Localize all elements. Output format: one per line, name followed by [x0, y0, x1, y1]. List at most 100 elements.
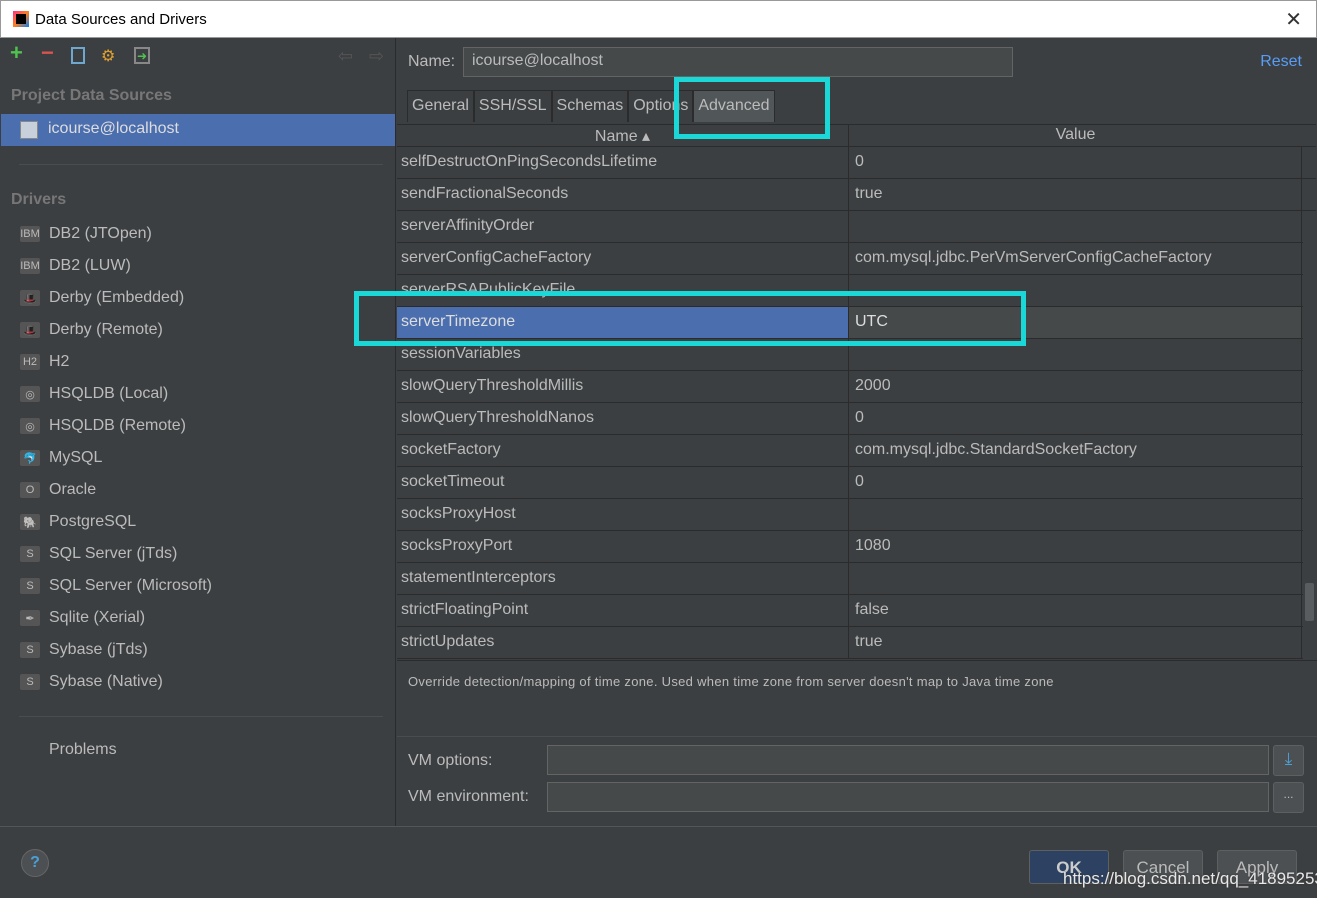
table-row[interactable]: strictFloatingPoint false [397, 595, 1316, 627]
driver-item[interactable]: H2 H2 [20, 346, 380, 378]
table-row[interactable]: slowQueryThresholdNanos 0 [397, 403, 1316, 435]
property-value[interactable]: 0 [849, 147, 1302, 178]
property-name[interactable]: socketTimeout [397, 467, 849, 498]
scrollbar[interactable] [1303, 234, 1316, 700]
wrench-icon[interactable]: ⚙ [101, 46, 119, 65]
driver-label: Sybase (jTds) [49, 641, 148, 658]
property-name[interactable]: socketFactory [397, 435, 849, 466]
property-name[interactable]: socksProxyHost [397, 499, 849, 530]
duplicate-icon[interactable] [71, 47, 85, 64]
reset-link[interactable]: Reset [1260, 53, 1302, 71]
property-name[interactable]: strictFloatingPoint [397, 595, 849, 626]
mysql-icon [20, 121, 38, 139]
table-row[interactable]: socksProxyHost [397, 499, 1316, 531]
driver-label: H2 [49, 353, 70, 370]
property-value[interactable]: com.mysql.jdbc.StandardSocketFactory [849, 435, 1302, 466]
property-value[interactable] [849, 211, 1302, 242]
driver-icon: O [20, 482, 40, 498]
table-row[interactable]: slowQueryThresholdMillis 2000 [397, 371, 1316, 403]
property-name[interactable]: statementInterceptors [397, 563, 849, 594]
problems-item[interactable]: Problems [49, 741, 117, 759]
driver-item[interactable]: S SQL Server (Microsoft) [20, 570, 380, 602]
table-row[interactable]: sendFractionalSeconds true [397, 179, 1316, 211]
property-name[interactable]: selfDestructOnPingSecondsLifetime [397, 147, 849, 178]
driver-item[interactable]: 🎩 Derby (Remote) [20, 314, 380, 346]
driver-icon: S [20, 546, 40, 562]
driver-label: Derby (Embedded) [49, 289, 185, 306]
name-input[interactable]: icourse@localhost [463, 47, 1013, 77]
highlight-box-server-timezone [354, 291, 1026, 346]
table-row[interactable]: socksProxyPort 1080 [397, 531, 1316, 563]
property-name[interactable]: socksProxyPort [397, 531, 849, 562]
driver-label: SQL Server (Microsoft) [49, 577, 212, 594]
add-icon[interactable]: + [10, 40, 23, 66]
driver-label: DB2 (LUW) [49, 257, 131, 274]
driver-item[interactable]: 🎩 Derby (Embedded) [20, 282, 380, 314]
table-row[interactable]: serverAffinityOrder [397, 211, 1316, 243]
vm-environment-label: VM environment: [408, 788, 529, 805]
table-row[interactable]: socketTimeout 0 [397, 467, 1316, 499]
table-row[interactable]: strictUpdates true [397, 627, 1316, 659]
tab-ssh-ssl[interactable]: SSH/SSL [473, 90, 552, 122]
name-label: Name: [408, 53, 456, 70]
browse-button[interactable]: ... [1273, 782, 1304, 813]
table-row[interactable]: socketFactory com.mysql.jdbc.StandardSock… [397, 435, 1316, 467]
driver-item[interactable]: IBM DB2 (LUW) [20, 250, 380, 282]
vm-options-label: VM options: [408, 752, 493, 769]
property-value[interactable]: false [849, 595, 1302, 626]
driver-item[interactable]: S Sybase (jTds) [20, 634, 380, 666]
property-name[interactable]: serverConfigCacheFactory [397, 243, 849, 274]
window-title: Data Sources and Drivers [35, 11, 207, 28]
driver-icon: 🎩 [20, 290, 40, 306]
property-name[interactable]: slowQueryThresholdMillis [397, 371, 849, 402]
driver-item[interactable]: ✒ Sqlite (Xerial) [20, 602, 380, 634]
property-value[interactable] [849, 563, 1302, 594]
driver-item[interactable]: ◎ HSQLDB (Remote) [20, 410, 380, 442]
highlight-box-advanced-tab [674, 77, 830, 139]
property-value[interactable]: 0 [849, 467, 1302, 498]
table-row[interactable]: serverConfigCacheFactory com.mysql.jdbc.P… [397, 243, 1316, 275]
property-name[interactable]: strictUpdates [397, 627, 849, 658]
property-value[interactable]: true [849, 179, 1302, 210]
driver-item[interactable]: ◎ HSQLDB (Local) [20, 378, 380, 410]
column-header-value[interactable]: Value [849, 125, 1302, 146]
property-name[interactable]: sendFractionalSeconds [397, 179, 849, 210]
data-source-item[interactable]: icourse@localhost [1, 114, 395, 146]
driver-label: MySQL [49, 449, 103, 466]
property-value[interactable]: com.mysql.jdbc.PerVmServerConfigCacheFac… [849, 243, 1302, 274]
remove-icon[interactable]: − [41, 40, 54, 66]
driver-label: HSQLDB (Remote) [49, 417, 186, 434]
driver-item[interactable]: S Sybase (Native) [20, 666, 380, 698]
table-row[interactable]: selfDestructOnPingSecondsLifetime 0 [397, 147, 1316, 179]
vm-options-input[interactable] [547, 745, 1269, 775]
tab-general[interactable]: General [407, 90, 474, 122]
driver-icon: 🐬 [20, 450, 40, 466]
forward-icon[interactable]: ⇨ [369, 46, 384, 67]
properties-table: Name ▴ Value selfDestructOnPingSecondsLi… [397, 124, 1316, 700]
scrollbar-thumb[interactable] [1305, 583, 1314, 621]
driver-icon: 🐘 [20, 514, 40, 530]
vm-environment-input[interactable] [547, 782, 1269, 812]
property-name[interactable]: slowQueryThresholdNanos [397, 403, 849, 434]
expand-icon[interactable]: ⤓ [1273, 745, 1304, 776]
close-button[interactable]: ✕ [1285, 7, 1302, 32]
property-value[interactable] [849, 499, 1302, 530]
driver-icon: S [20, 578, 40, 594]
property-name[interactable]: serverAffinityOrder [397, 211, 849, 242]
drivers-header: Drivers [11, 191, 67, 208]
property-value[interactable]: 2000 [849, 371, 1302, 402]
title-bar: Data Sources and Drivers ✕ [0, 0, 1317, 38]
driver-item[interactable]: IBM DB2 (JTOpen) [20, 218, 380, 250]
driver-item[interactable]: 🐬 MySQL [20, 442, 380, 474]
back-icon[interactable]: ⇦ [338, 46, 353, 67]
driver-item[interactable]: S SQL Server (jTds) [20, 538, 380, 570]
driver-item[interactable]: 🐘 PostgreSQL [20, 506, 380, 538]
import-icon[interactable]: ➜ [134, 47, 150, 64]
driver-item[interactable]: O Oracle [20, 474, 380, 506]
property-value[interactable]: true [849, 627, 1302, 658]
tab-schemas[interactable]: Schemas [551, 90, 629, 122]
property-value[interactable]: 0 [849, 403, 1302, 434]
table-row[interactable]: statementInterceptors [397, 563, 1316, 595]
help-button[interactable]: ? [21, 849, 49, 877]
property-value[interactable]: 1080 [849, 531, 1302, 562]
